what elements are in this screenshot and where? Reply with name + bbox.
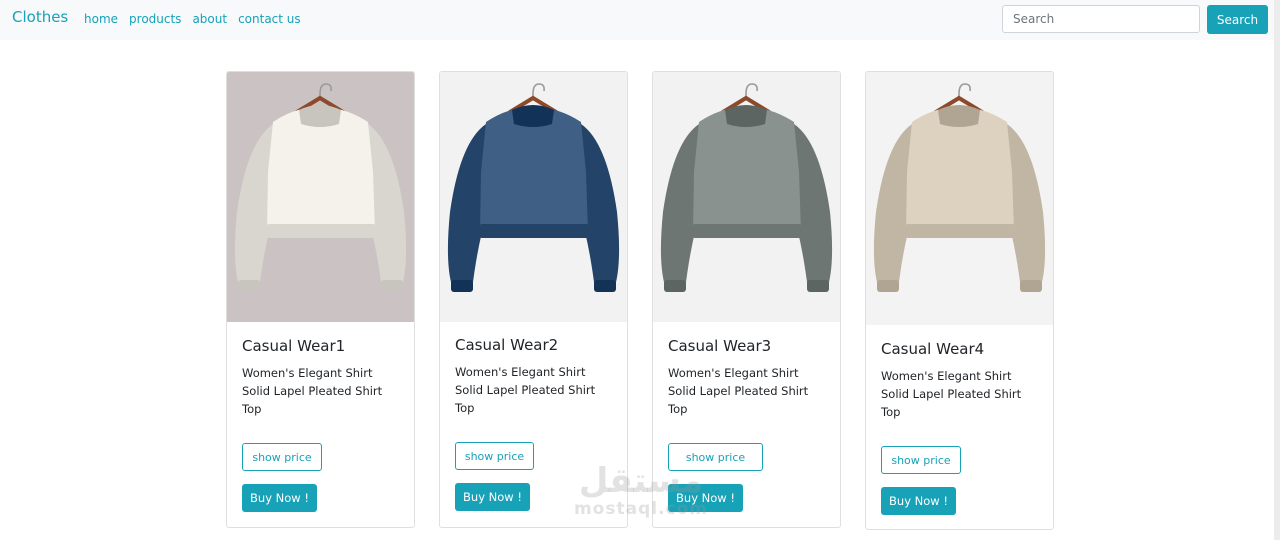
sweater-hem [906,224,1014,238]
right-cuff [1020,280,1042,292]
scrollbar[interactable] [1274,0,1280,540]
show-price-button[interactable]: show price [242,443,322,471]
buy-now-button[interactable]: Buy Now ! [455,483,530,511]
right-cuff [807,280,829,292]
left-cuff [877,280,899,292]
sweater-collar [299,105,341,127]
product-image [653,72,840,322]
buy-now-button[interactable]: Buy Now ! [668,484,743,512]
search-button[interactable]: Search [1207,5,1268,34]
sweater-collar [938,105,980,127]
product-card-2: Casual Wear2 Women's Elegant Shirt Solid… [439,71,628,528]
brand-logo[interactable]: Clothes [12,8,68,26]
left-cuff [238,280,260,292]
buy-now-button[interactable]: Buy Now ! [881,487,956,515]
product-description: Women's Elegant Shirt Solid Lapel Pleate… [242,366,383,416]
sweater-hem [267,224,375,238]
right-cuff [381,280,403,292]
show-price-button[interactable]: show price [668,443,763,471]
buy-now-button[interactable]: Buy Now ! [242,484,317,512]
nav-link-home[interactable]: home [84,12,118,26]
product-image [866,72,1053,325]
search-input[interactable] [1002,5,1200,33]
product-title: Casual Wear4 [881,340,985,358]
product-description: Women's Elegant Shirt Solid Lapel Pleate… [668,366,809,416]
product-card-3: Casual Wear3 Women's Elegant Shirt Solid… [652,71,841,528]
product-image [227,72,414,322]
product-card-1: Casual Wear1 Women's Elegant Shirt Solid… [226,71,415,528]
sweater-hem [693,224,801,238]
sweater-collar [725,105,767,127]
navbar: Clothes home products about contact us S… [0,0,1280,40]
product-image [440,72,627,322]
show-price-button[interactable]: show price [455,442,534,470]
nav-links: home products about contact us [84,12,301,26]
product-title: Casual Wear3 [668,337,772,355]
sweater-illustration [653,72,840,322]
sweater-illustration [440,72,627,322]
sweater-hem [480,224,588,238]
show-price-button[interactable]: show price [881,446,961,474]
product-card-4: Casual Wear4 Women's Elegant Shirt Solid… [865,71,1054,530]
product-description: Women's Elegant Shirt Solid Lapel Pleate… [881,369,1022,419]
product-title: Casual Wear2 [455,336,559,354]
product-description: Women's Elegant Shirt Solid Lapel Pleate… [455,365,596,415]
nav-link-about[interactable]: about [192,12,227,26]
product-title: Casual Wear1 [242,337,346,355]
nav-link-contact-us[interactable]: contact us [238,12,301,26]
sweater-illustration [866,72,1053,325]
right-cuff [594,280,616,292]
left-cuff [664,280,686,292]
left-cuff [451,280,473,292]
sweater-collar [512,105,554,127]
nav-link-products[interactable]: products [129,12,181,26]
sweater-illustration [227,72,414,322]
